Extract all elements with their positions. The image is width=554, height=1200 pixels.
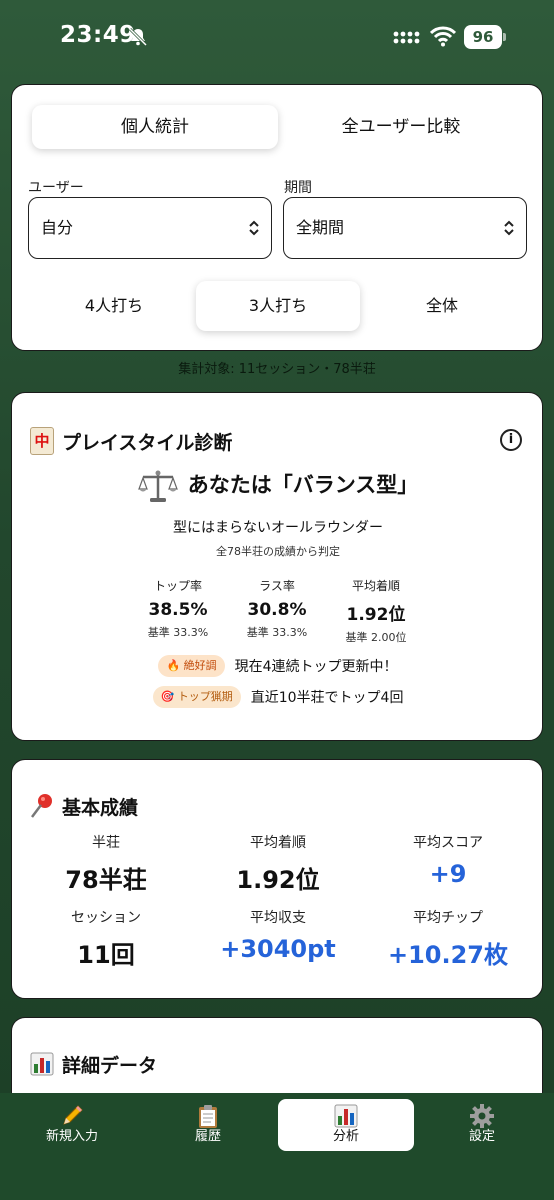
user-field-label: ユーザー [28, 180, 84, 196]
aggregate-summary: 集計対象: 11セッション・78半荘 [178, 362, 376, 377]
playstyle-title: プレイスタイル診断 [62, 431, 233, 454]
playstyle-note: 全78半荘の成績から判定 [216, 545, 340, 558]
wifi-icon [430, 26, 456, 47]
metric-label: ラス率 [259, 579, 295, 593]
metric-value: 30.8% [247, 600, 307, 620]
view-segmented-control: 個人統計 全ユーザー比較 [32, 105, 524, 149]
metric-value: 38.5% [148, 600, 208, 620]
metric-base: 基準 33.3% [246, 626, 308, 639]
clipboard-icon [199, 1105, 217, 1128]
stat-label: セッション [71, 910, 141, 926]
fire-icon: 🔥 [166, 659, 181, 672]
stat-value: +10.27枚 [387, 941, 509, 969]
metric-avg-rank: 平均着順 1.92位 基準 2.00位 [326, 577, 426, 645]
badge-description: 直近10半荘でトップ4回 [250, 690, 404, 706]
stat-value: +9 [429, 860, 467, 888]
playstyle-result-text: あなたは「バランス型」 [187, 473, 419, 497]
period-select[interactable]: 全期間 [283, 197, 527, 259]
basic-stats-card: 基本成績 半荘 78半荘 平均着順 1.92位 平均スコア +9 セッション 1… [11, 759, 543, 999]
playstyle-header: 中 プレイスタイル診断 [30, 427, 232, 455]
metric-label: トップ率 [153, 579, 202, 593]
stat-avg-score: 平均スコア +9 [368, 832, 528, 888]
stat-label: 平均スコア [413, 835, 483, 851]
period-select-value: 全期間 [296, 218, 345, 237]
detail-header: 詳細データ [30, 1050, 157, 1078]
stat-value: 78半荘 [65, 866, 147, 894]
tab-label: 設定 [468, 1129, 495, 1144]
mode-4-player[interactable]: 4人打ち [32, 281, 196, 331]
game-mode-segmented-control: 4人打ち 3人打ち 全体 [32, 281, 524, 331]
streak-row-top: 🎯 トップ猟期 直近10半荘でトップ4回 [12, 686, 544, 708]
user-select-value: 自分 [41, 218, 74, 237]
filter-card: 個人統計 全ユーザー比較 ユーザー 自分 期間 全期間 4人打ち 3人打ち 全体 [11, 84, 543, 351]
stat-value: 1.92位 [236, 866, 320, 894]
tab-bar: 新規入力 履歴 分析 設定 [0, 1093, 554, 1200]
signal-icon [393, 31, 420, 44]
playstyle-description: 型にはまらないオールラウンダー [173, 520, 383, 536]
battery-level: 96 [464, 25, 502, 49]
battery-indicator: 96 [464, 25, 506, 49]
gear-icon [470, 1104, 494, 1128]
info-icon[interactable]: i [500, 429, 522, 451]
badge-description: 現在4連続トップ更新中！ [234, 659, 398, 675]
tab-analysis[interactable]: 分析 [278, 1099, 414, 1151]
streak-row-hot: 🔥 絶好調 現在4連続トップ更新中！ [12, 655, 544, 677]
stat-avg-rank: 平均着順 1.92位 [198, 832, 358, 895]
stat-hanchan: 半荘 78半荘 [26, 832, 186, 895]
detail-title: 詳細データ [62, 1054, 158, 1077]
metric-base: 基準 33.3% [147, 626, 209, 639]
stat-value: 11回 [77, 941, 135, 969]
pencil-icon [63, 1105, 83, 1125]
metric-last-rate: ラス率 30.8% 基準 33.3% [227, 577, 327, 640]
bell-slash-icon [128, 27, 148, 47]
chevron-up-down-icon [504, 220, 514, 236]
pushpin-icon [31, 794, 52, 818]
bar-chart-icon [30, 1052, 54, 1076]
status-time: 23:49 [60, 22, 136, 48]
tab-label: 新規入力 [45, 1129, 98, 1144]
stat-avg-balance: 平均収支 +3040pt [198, 907, 358, 963]
tab-history[interactable]: 履歴 [140, 1099, 276, 1151]
tab-personal-stats[interactable]: 個人統計 [32, 105, 278, 149]
chevron-up-down-icon [249, 220, 259, 236]
tab-label: 履歴 [194, 1129, 221, 1144]
tab-label: 分析 [332, 1129, 359, 1144]
tab-new-entry[interactable]: 新規入力 [4, 1099, 140, 1151]
stat-label: 平均チップ [413, 910, 483, 926]
metric-base: 基準 2.00位 [345, 631, 407, 644]
bar-chart-icon [334, 1104, 358, 1128]
status-badge-top: 🎯 トップ猟期 [152, 686, 241, 708]
status-badge-hot: 🔥 絶好調 [158, 655, 225, 677]
stat-sessions: セッション 11回 [26, 907, 186, 970]
badge-label: 絶好調 [183, 659, 217, 672]
mode-3-player[interactable]: 3人打ち [196, 281, 360, 331]
tab-settings[interactable]: 設定 [414, 1099, 550, 1151]
mode-all[interactable]: 全体 [360, 281, 524, 331]
stat-value: +3040pt [220, 935, 336, 963]
battery-tip [503, 33, 506, 41]
stat-avg-chip: 平均チップ +10.27枚 [368, 907, 528, 970]
basic-header: 基本成績 [30, 792, 138, 820]
tab-all-users-compare[interactable]: 全ユーザー比較 [278, 105, 524, 149]
period-field-label: 期間 [284, 180, 312, 196]
badge-label: トップ猟期 [177, 690, 233, 703]
metric-top-rate: トップ率 38.5% 基準 33.3% [128, 577, 228, 640]
basic-title: 基本成績 [62, 796, 139, 819]
metric-value: 1.92位 [346, 605, 406, 625]
stat-label: 半荘 [92, 835, 120, 851]
stat-label: 平均収支 [250, 910, 306, 926]
status-bar: 23:49 96 [0, 0, 554, 76]
target-icon: 🎯 [160, 690, 175, 703]
playstyle-result: あなたは「バランス型」 [12, 469, 544, 503]
user-select[interactable]: 自分 [28, 197, 272, 259]
stat-label: 平均着順 [250, 835, 306, 851]
playstyle-card: 中 プレイスタイル診断 i あなたは「バランス型」 型にはまらないオールラウンダ… [11, 392, 543, 741]
mahjong-tile-icon: 中 [30, 427, 54, 455]
metric-label: 平均着順 [351, 579, 400, 593]
balance-scale-icon [137, 470, 178, 502]
